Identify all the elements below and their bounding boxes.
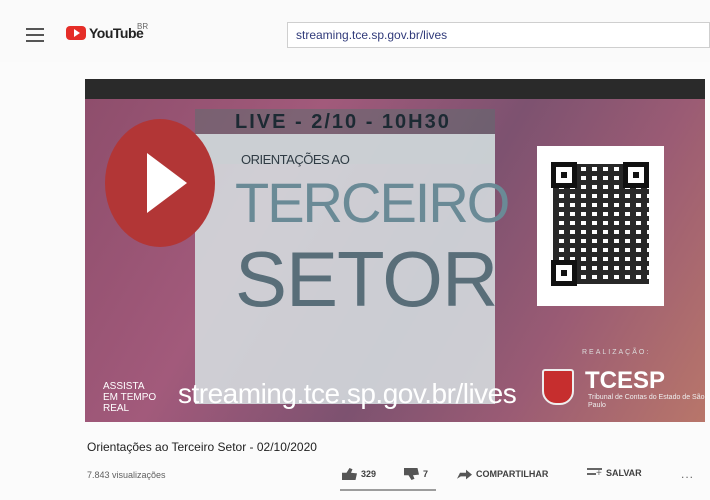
dislike-count: 7: [423, 469, 429, 479]
like-button[interactable]: 329: [342, 468, 376, 480]
like-count: 329: [361, 469, 377, 479]
share-label: COMPARTILHAR: [476, 469, 549, 479]
youtube-logo-icon[interactable]: [66, 26, 86, 40]
title-line-1: TERCEIRO: [235, 171, 510, 234]
save-button[interactable]: SALVAR: [587, 468, 642, 479]
dislike-button[interactable]: 7: [404, 468, 428, 480]
thumbs-up-icon: [342, 468, 357, 480]
save-label: SALVAR: [606, 468, 642, 478]
org-logo-text: TCESP: [585, 367, 666, 394]
stream-url-text: streaming.tce.sp.gov.br/lives: [178, 378, 517, 409]
video-player[interactable]: LIVE - 2/10 - 10H30 ORIENTAÇÕES AO TERCE…: [85, 79, 705, 422]
playlist-add-icon: [587, 468, 602, 479]
top-bar: YouTube BR streaming.tce.sp.gov.br/lives: [0, 0, 710, 62]
qr-finder-icon: [551, 260, 577, 286]
share-icon: [457, 469, 472, 480]
qr-finder-icon: [623, 162, 649, 188]
video-title: Orientações ao Terceiro Setor - 02/10/20…: [87, 440, 317, 454]
play-icon[interactable]: [105, 119, 215, 247]
sao-paulo-seal-icon: [542, 369, 574, 405]
search-input[interactable]: streaming.tce.sp.gov.br/lives: [287, 22, 710, 48]
view-count: 7.843 visualizações: [87, 470, 166, 480]
qr-code: [537, 146, 664, 306]
subtitle-text: ORIENTAÇÕES AO: [241, 152, 350, 167]
thumbs-down-icon: [404, 468, 419, 480]
menu-icon[interactable]: [26, 28, 44, 42]
youtube-logo-text[interactable]: YouTube: [89, 25, 144, 41]
country-code: BR: [137, 22, 149, 31]
more-options-icon[interactable]: ...: [681, 467, 694, 481]
share-button[interactable]: COMPARTILHAR: [457, 468, 548, 480]
assista-text: ASSISTA EM TEMPO REAL: [103, 381, 157, 414]
title-line-2: SETOR: [235, 235, 498, 323]
org-subtitle: Tribunal de Contas do Estado de São Paul…: [588, 394, 705, 409]
qr-finder-icon: [551, 162, 577, 188]
live-date-text: LIVE - 2/10 - 10H30: [235, 111, 451, 133]
like-ratio-bar: [340, 489, 436, 491]
realizacao-label: REALIZAÇÃO:: [582, 349, 651, 356]
